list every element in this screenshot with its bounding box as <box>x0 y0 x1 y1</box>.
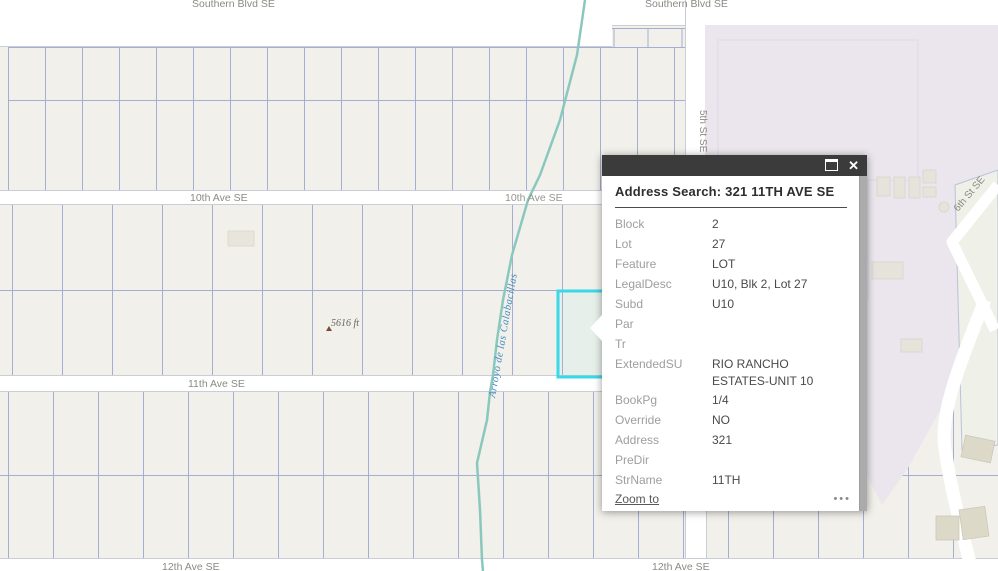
field-label: Lot <box>615 234 712 254</box>
street-label-5th-st: 5th St SE <box>697 110 708 153</box>
field-row-block: Block 2 <box>615 214 847 234</box>
street-label-12th-ave-right: 12th Ave SE <box>652 561 710 571</box>
field-value: NO <box>712 410 730 430</box>
field-value: U10 <box>712 294 734 314</box>
more-options-icon[interactable]: ••• <box>833 494 851 504</box>
parcel-grid-top-band <box>8 25 686 190</box>
zoom-to-link[interactable]: Zoom to <box>615 492 659 506</box>
popup-title: Address Search: 321 11TH AVE SE <box>615 184 847 208</box>
field-row-extendedsu: ExtendedSU RIO RANCHO ESTATES-UNIT 10 <box>615 354 847 390</box>
field-label: Block <box>615 214 712 234</box>
field-value: 11TH <box>712 470 740 490</box>
close-icon[interactable]: ✕ <box>848 157 859 174</box>
street-label-10th-ave-right: 10th Ave SE <box>505 192 563 204</box>
elevation-label: 5616 ft <box>331 318 359 329</box>
field-value: U10, Blk 2, Lot 27 <box>712 274 807 294</box>
street-label-southern-blvd-right: Southern Blvd SE <box>645 0 728 10</box>
street-label-10th-ave-left: 10th Ave SE <box>190 192 248 204</box>
street-label-southern-blvd-left: Southern Blvd SE <box>192 0 275 10</box>
field-row-lot: Lot 27 <box>615 234 847 254</box>
popup-scrollbar[interactable] <box>859 176 867 511</box>
field-label: Feature <box>615 254 712 274</box>
popup-fields-list: Block 2 Lot 27 Feature LOT LegalDesc U10… <box>615 214 847 490</box>
field-value: 2 <box>712 214 719 234</box>
feature-popup: ✕ Address Search: 321 11TH AVE SE Block … <box>602 155 867 511</box>
field-row-address: Address 321 <box>615 430 847 450</box>
field-label: Tr <box>615 334 712 354</box>
field-row-override: Override NO <box>615 410 847 430</box>
maximize-icon[interactable] <box>825 159 838 171</box>
popup-callout-pointer <box>590 315 602 341</box>
field-label: Override <box>615 410 712 430</box>
street-label-11th-ave: 11th Ave SE <box>188 378 245 390</box>
street-10th-ave <box>0 190 686 205</box>
map-application-window: Arroyo de las Calabacillas 5616 ft South… <box>0 0 998 571</box>
field-row-predir: PreDir <box>615 450 847 470</box>
field-label: Subd <box>615 294 712 314</box>
field-label: Address <box>615 430 712 450</box>
field-row-tr: Tr <box>615 334 847 354</box>
field-row-feature: Feature LOT <box>615 254 847 274</box>
popup-footer: Zoom to ••• <box>615 492 851 506</box>
popup-header[interactable]: ✕ <box>602 155 867 176</box>
street-12th-ave <box>0 558 998 571</box>
field-label: LegalDesc <box>615 274 712 294</box>
field-row-par: Par <box>615 314 847 334</box>
field-row-legaldesc: LegalDesc U10, Blk 2, Lot 27 <box>615 274 847 294</box>
field-label: BookPg <box>615 390 712 410</box>
field-label: StrName <box>615 470 712 490</box>
field-value: RIO RANCHO ESTATES-UNIT 10 <box>712 354 847 390</box>
field-value: LOT <box>712 254 735 274</box>
field-value: 321 <box>712 430 732 450</box>
field-label: ExtendedSU <box>615 354 712 390</box>
building-footprint <box>228 231 254 246</box>
popup-body: Address Search: 321 11TH AVE SE Block 2 … <box>602 176 867 511</box>
field-label: Par <box>615 314 712 334</box>
field-label: PreDir <box>615 450 712 470</box>
field-row-subd: Subd U10 <box>615 294 847 314</box>
street-label-12th-ave-left: 12th Ave SE <box>162 561 220 571</box>
field-value: 27 <box>712 234 725 254</box>
field-row-strname: StrName 11TH <box>615 470 847 490</box>
field-value: 1/4 <box>712 390 729 410</box>
field-row-bookpg: BookPg 1/4 <box>615 390 847 410</box>
